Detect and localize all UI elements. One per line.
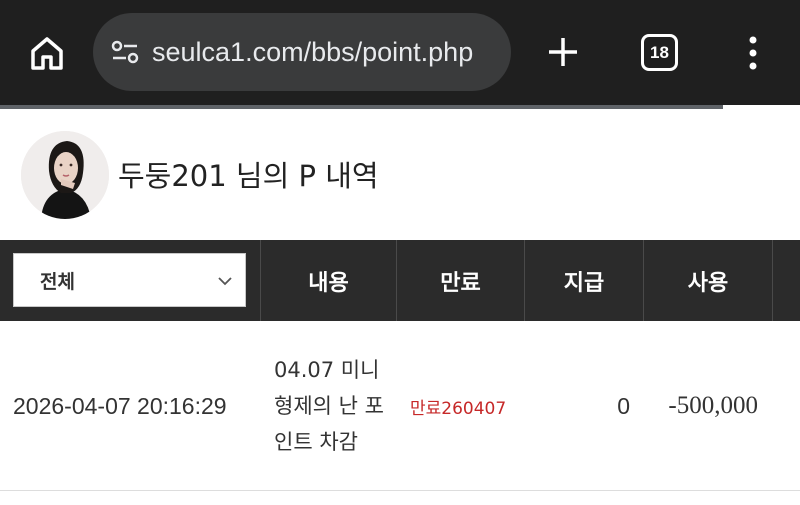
- home-icon: [31, 37, 63, 70]
- plus-icon: [549, 38, 577, 66]
- header-give: 지급: [525, 240, 644, 321]
- row-content: 04.07 미니 형제의 난 포인트 차감: [274, 358, 384, 454]
- home-button[interactable]: [26, 33, 68, 73]
- page-title: 두둥201 님의 P 내역: [118, 159, 379, 193]
- chevron-down-icon: [218, 277, 232, 286]
- tab-switcher-button[interactable]: 18: [641, 34, 678, 71]
- table-header: 전체 내용 만료 지급 사용: [0, 240, 800, 321]
- row-datetime: 2026-04-07 20:16:29: [13, 392, 227, 419]
- header-use: 사용: [644, 240, 773, 321]
- row-give: 0: [617, 392, 630, 419]
- header-extra: [773, 240, 800, 321]
- avatar-image: [21, 131, 109, 219]
- row-expiry: 만료260407: [410, 398, 507, 419]
- header-filter-cell: 전체: [0, 240, 261, 321]
- table-row: 2026-04-07 20:16:29 04.07 미니 형제의 난 포인트 차…: [0, 321, 800, 491]
- filter-select[interactable]: 전체: [13, 253, 246, 307]
- address-bar[interactable]: seulca1.com/bbs/point.php: [93, 13, 511, 91]
- header-content: 내용: [261, 240, 397, 321]
- tune-icon: [111, 40, 139, 64]
- row-use: -500,000: [668, 392, 758, 419]
- browser-menu-button[interactable]: [740, 33, 766, 73]
- header-expiry: 만료: [397, 240, 525, 321]
- avatar: [21, 131, 109, 219]
- filter-selected-value: 전체: [40, 270, 75, 293]
- profile-header: 두둥201 님의 P 내역: [0, 109, 800, 240]
- browser-toolbar: seulca1.com/bbs/point.php 18: [0, 0, 800, 105]
- more-vert-icon: [749, 36, 757, 70]
- new-tab-button[interactable]: [545, 32, 581, 72]
- url-text[interactable]: seulca1.com/bbs/point.php: [152, 37, 473, 68]
- site-settings-button[interactable]: [110, 37, 140, 67]
